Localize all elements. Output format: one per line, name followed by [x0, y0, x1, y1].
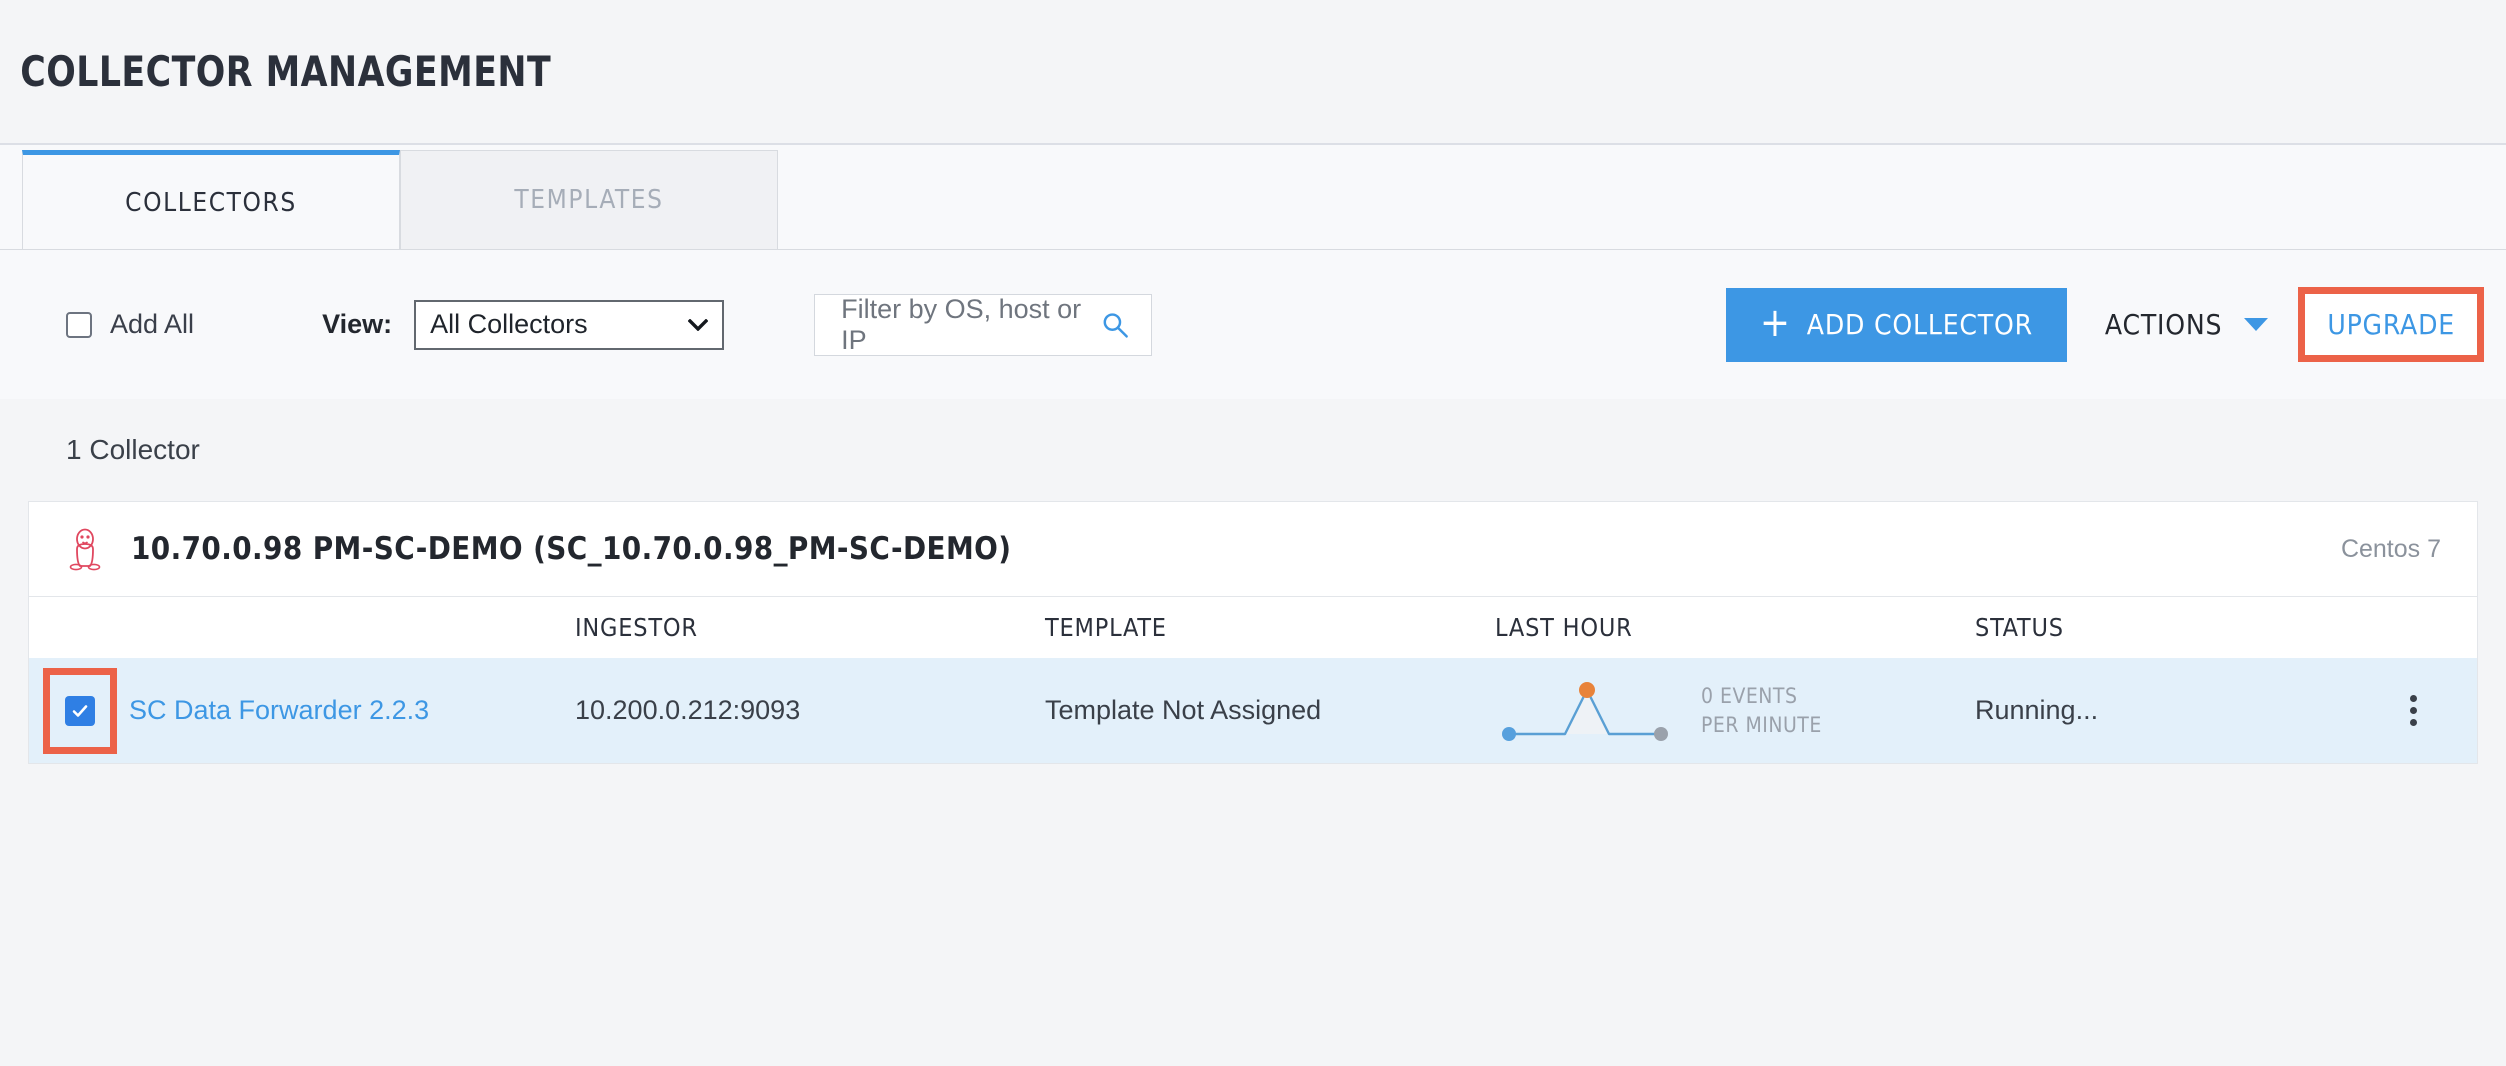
events-rate-label: 0 EVENTS PER MINUTE	[1701, 682, 1822, 739]
upgrade-button[interactable]: UPGRADE	[2298, 287, 2484, 362]
plus-icon: +	[1759, 299, 1791, 346]
collector-card: 10.70.0.98 PM-SC-DEMO (SC_10.70.0.98_PM-…	[28, 501, 2478, 764]
page-title: COLLECTOR MANAGEMENT	[20, 47, 552, 96]
tab-collectors-label: COLLECTORS	[125, 187, 297, 218]
collector-os-label: Centos 7	[2340, 534, 2441, 563]
page-header: COLLECTOR MANAGEMENT	[0, 0, 2506, 145]
events-rate-line2: PER MINUTE	[1701, 712, 1822, 737]
collector-card-header: 10.70.0.98 PM-SC-DEMO (SC_10.70.0.98_PM-…	[29, 502, 2477, 596]
add-all-checkbox[interactable]: Add All	[66, 309, 194, 340]
upgrade-label: UPGRADE	[2327, 308, 2455, 341]
toolbar-right-actions: + ADD COLLECTOR ACTIONS UPGRADE	[1725, 287, 2484, 362]
check-icon	[72, 704, 88, 717]
column-header-status: STATUS	[1975, 613, 2064, 642]
table-header-row: INGESTOR TEMPLATE LAST HOUR STATUS	[29, 596, 2477, 658]
kebab-dot	[2410, 719, 2417, 726]
checkbox-checked-icon	[65, 695, 95, 726]
sparkline-start-point	[1502, 726, 1516, 741]
search-placeholder: Filter by OS, host or IP	[841, 293, 1082, 355]
table-row[interactable]: SC Data Forwarder 2.2.3 10.200.0.212:909…	[29, 658, 2477, 763]
column-header-ingestor: INGESTOR	[575, 613, 698, 642]
collector-count: 1 Collector	[0, 399, 2506, 501]
collector-count-label: 1 Collector	[66, 434, 200, 465]
toolbar: Add All View: All Collectors Filter by O…	[0, 249, 2506, 399]
row-ingestor: 10.200.0.212:9093	[575, 695, 801, 725]
add-collector-button[interactable]: + ADD COLLECTOR	[1725, 287, 2067, 362]
add-collector-label: ADD COLLECTOR	[1806, 308, 2033, 341]
add-all-label: Add All	[110, 309, 195, 339]
sparkline-peak-point	[1579, 681, 1595, 698]
events-sparkline-chart	[1502, 681, 1668, 741]
events-rate-line1: 0 EVENTS	[1701, 684, 1798, 709]
row-status: Running...	[1975, 695, 2099, 725]
checkbox-unchecked-icon	[66, 311, 92, 338]
tab-templates-label: TEMPLATES	[514, 185, 664, 215]
collector-title: 10.70.0.98 PM-SC-DEMO (SC_10.70.0.98_PM-…	[131, 531, 1012, 567]
linux-tux-icon	[69, 528, 101, 571]
row-name-cell: SC Data Forwarder 2.2.3	[43, 667, 575, 754]
tab-collectors[interactable]: COLLECTORS	[22, 150, 400, 250]
row-template: Template Not Assigned	[1045, 695, 1322, 725]
actions-dropdown[interactable]: ACTIONS	[2104, 308, 2269, 341]
tab-templates[interactable]: TEMPLATES	[400, 150, 778, 250]
sparkline-end-point	[1654, 726, 1668, 741]
view-label: View:	[322, 309, 393, 339]
caret-down-icon	[2244, 318, 2269, 331]
kebab-dot	[2410, 707, 2417, 714]
column-header-template: TEMPLATE	[1045, 613, 1167, 642]
chevron-down-icon	[688, 318, 709, 331]
row-collector-link[interactable]: SC Data Forwarder 2.2.3	[129, 695, 429, 726]
row-last-hour: 0 EVENTS PER MINUTE	[1495, 676, 1975, 746]
tab-bar: COLLECTORS TEMPLATES	[0, 145, 2506, 250]
column-header-last-hour: LAST HOUR	[1495, 613, 1633, 642]
view-select[interactable]: All Collectors	[414, 299, 725, 350]
view-select-value: All Collectors	[430, 309, 588, 339]
kebab-dot	[2410, 695, 2417, 702]
row-checkbox[interactable]	[43, 667, 117, 754]
row-overflow-menu-icon[interactable]	[2410, 695, 2417, 726]
actions-label: ACTIONS	[2104, 308, 2223, 341]
search-input[interactable]: Filter by OS, host or IP	[814, 293, 1153, 356]
collector-management-page: COLLECTOR MANAGEMENT COLLECTORS TEMPLATE…	[0, 0, 2506, 1066]
search-icon[interactable]	[1101, 310, 1130, 340]
